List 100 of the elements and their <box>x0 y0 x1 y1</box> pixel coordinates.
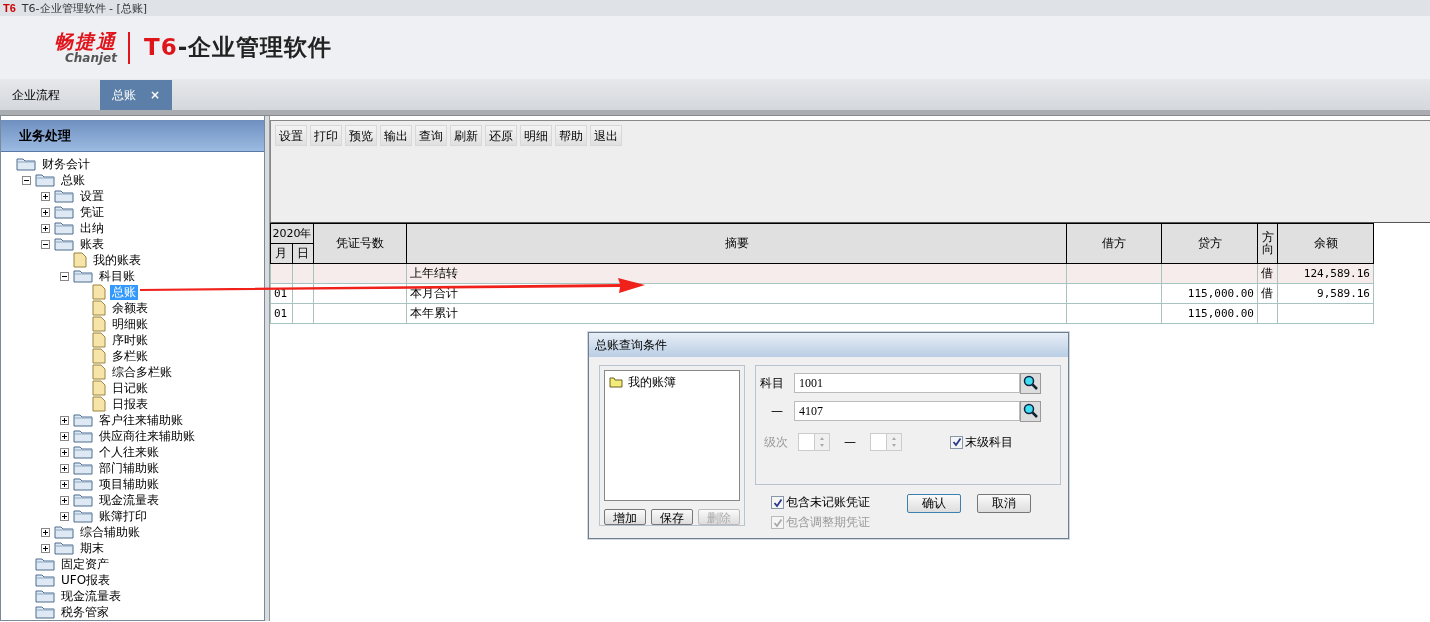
toolbar-button[interactable]: 预览 <box>345 125 377 146</box>
toolbar-button[interactable]: 打印 <box>310 125 342 146</box>
spin-field[interactable] <box>798 433 830 451</box>
toolbar-button[interactable]: 输出 <box>380 125 412 146</box>
document-icon <box>73 252 87 268</box>
dialog-button[interactable]: 增加 <box>604 509 646 525</box>
tree-item[interactable]: 现金流量表 <box>59 588 123 604</box>
table-cell: 01 <box>274 287 288 300</box>
folder-icon <box>73 429 93 443</box>
tree-item[interactable]: 固定资产 <box>59 556 111 572</box>
list-box[interactable]: 我的账簿 <box>604 370 740 501</box>
table-cell: 本月合计 <box>410 286 458 300</box>
tab[interactable]: 企业流程 <box>0 80 72 110</box>
tree-item[interactable]: 部门辅助账 <box>97 460 161 476</box>
input-field[interactable]: 1001 <box>794 373 1020 393</box>
column-header: 借方 <box>1066 223 1162 264</box>
expander-icon[interactable] <box>60 511 72 521</box>
spin-field[interactable] <box>870 433 902 451</box>
tree-item[interactable]: 日报表 <box>110 396 150 412</box>
tree-item[interactable]: 综合辅助账 <box>78 524 142 540</box>
tree-item[interactable]: 日记账 <box>110 380 150 396</box>
search-button[interactable] <box>1020 400 1041 422</box>
dialog-button[interactable]: 确认 <box>907 494 961 513</box>
expander-icon[interactable] <box>22 175 34 185</box>
tree-item[interactable]: 税务管家 <box>59 604 111 620</box>
tree-item[interactable]: 期末 <box>78 540 106 556</box>
checkbox[interactable] <box>950 435 963 449</box>
tree-item[interactable]: 序时账 <box>110 332 150 348</box>
tree-item[interactable]: 科目账 <box>97 268 137 284</box>
tree-item[interactable]: 综合多栏账 <box>110 364 174 380</box>
toolbar-button[interactable]: 帮助 <box>555 125 587 146</box>
expander-icon[interactable] <box>60 415 72 425</box>
tree-item[interactable]: 供应商往来辅助账 <box>97 428 197 444</box>
dialog-button[interactable]: 取消 <box>977 494 1031 513</box>
tree-item[interactable]: 出纳 <box>78 220 106 236</box>
expander-icon[interactable] <box>60 271 72 281</box>
tree-item[interactable]: 总账 <box>59 172 87 188</box>
expander-icon[interactable] <box>41 223 53 233</box>
folder-icon <box>35 605 55 619</box>
toolbar-button[interactable]: 查询 <box>415 125 447 146</box>
tree-item[interactable]: UFO报表 <box>59 572 113 588</box>
tree-item[interactable]: 凭证 <box>78 204 106 220</box>
column-header: 余额 <box>1277 223 1374 264</box>
expander-icon[interactable] <box>41 543 53 553</box>
tree-item[interactable]: 个人往来账 <box>97 444 161 460</box>
toolbar-button[interactable]: 设置 <box>275 125 307 146</box>
folder-icon <box>73 269 93 283</box>
dialog-button[interactable]: 保存 <box>651 509 693 525</box>
toolbar-button[interactable]: 还原 <box>485 125 517 146</box>
tab-label[interactable]: 企业流程 <box>12 86 60 104</box>
expander-icon[interactable] <box>60 495 72 505</box>
tree-item[interactable]: 现金流量表 <box>97 492 161 508</box>
folder-icon <box>73 493 93 507</box>
table-cell: 115,000.00 <box>1187 307 1254 320</box>
tree-item[interactable]: 账表 <box>78 236 106 252</box>
tree-item[interactable]: 明细账 <box>110 316 150 332</box>
folder-icon <box>54 189 74 203</box>
tab[interactable]: 总账 × <box>100 80 173 110</box>
tree-item[interactable]: 多栏账 <box>110 348 150 364</box>
tree-item[interactable]: 项目辅助账 <box>97 476 161 492</box>
folder-icon <box>54 205 74 219</box>
table-cell: 上年结转 <box>410 266 458 280</box>
folder-icon <box>35 589 55 603</box>
expander-icon[interactable] <box>60 479 72 489</box>
tab-label[interactable]: 总账 <box>112 86 136 104</box>
toolbar-button[interactable]: 退出 <box>590 125 622 146</box>
expander-icon[interactable] <box>60 431 72 441</box>
tree-item[interactable]: 客户往来辅助账 <box>97 412 185 428</box>
close-icon[interactable]: × <box>150 88 161 102</box>
folder-icon <box>35 573 55 587</box>
table-cell: 124,589.16 <box>1303 267 1370 280</box>
tree-item[interactable]: 余额表 <box>110 300 150 316</box>
tree-item[interactable]: 设置 <box>78 188 106 204</box>
toolbar-button[interactable]: 明细 <box>520 125 552 146</box>
expander-icon[interactable] <box>41 527 53 537</box>
tree-item[interactable]: 财务会计 <box>40 156 92 172</box>
folder-icon <box>73 413 93 427</box>
folder-icon <box>54 221 74 235</box>
column-header: 凭证号数 <box>313 223 407 264</box>
folder-icon <box>54 237 74 251</box>
tree-item[interactable]: 我的账表 <box>91 252 143 268</box>
tree-item[interactable]: 账簿打印 <box>97 508 149 524</box>
folder-icon <box>54 541 74 555</box>
brand-logo: 畅捷通 Chanjet <box>53 30 117 65</box>
expander-icon[interactable] <box>41 239 53 249</box>
checkbox[interactable] <box>771 496 784 509</box>
folder-icon <box>35 557 55 571</box>
expander-icon[interactable] <box>41 207 53 217</box>
toolbar-button[interactable]: 刷新 <box>450 125 482 146</box>
range-dash: — <box>844 435 856 449</box>
expander-icon[interactable] <box>60 447 72 457</box>
expander-icon[interactable] <box>41 191 53 201</box>
folder-icon <box>54 525 74 539</box>
table-cell: 115,000.00 <box>1187 287 1254 300</box>
list-item[interactable]: 我的账簿 <box>628 374 676 391</box>
search-button[interactable] <box>1020 372 1041 394</box>
app-logo-mark: T6 <box>3 2 16 14</box>
dialog-title: 总账查询条件 <box>589 333 1068 357</box>
expander-icon[interactable] <box>60 463 72 473</box>
input-field[interactable]: 4107 <box>794 401 1020 421</box>
